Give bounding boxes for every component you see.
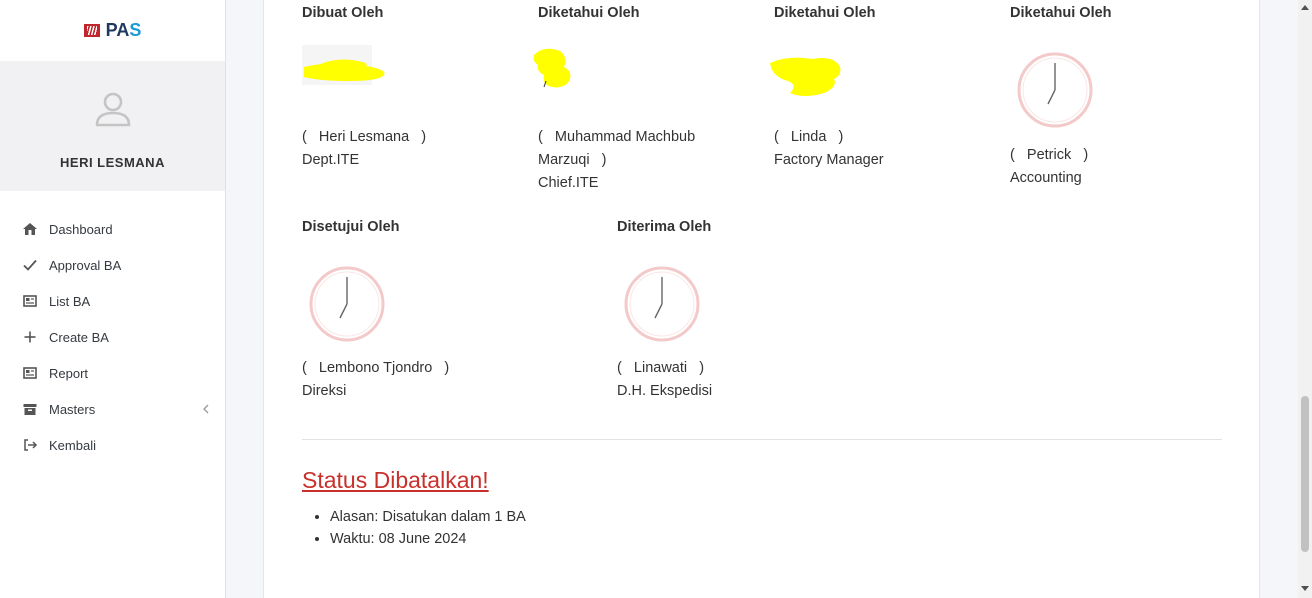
signer-name-line: ( Heri Lesmana ) [302,129,427,145]
newspaper-icon [23,367,37,379]
sidebar-item-approval-ba[interactable]: Approval BA [0,247,225,283]
signer-role: Factory Manager [774,152,884,168]
sidebar-item-label: Masters [49,401,96,417]
pending-clock-icon [624,266,700,342]
sidebar-item-dashboard[interactable]: Dashboard [0,211,225,247]
scroll-up-arrow-icon[interactable] [1301,4,1309,10]
signer-name-line: ( Linda ) [774,129,844,145]
signature-block-diketahui-3: Diketahui Oleh ( Petrick ) Accounting [1010,5,1112,190]
scrollbar-thumb[interactable] [1301,396,1309,552]
status-time: Waktu: 08 June 2024 [330,528,526,550]
signature-area [1010,21,1112,144]
sidebar-item-label: List BA [49,293,91,309]
signature-area [770,21,884,126]
plus-icon [24,331,36,343]
signature-heading: Disetujui Oleh [302,219,400,235]
signer-name: Linawati [633,360,688,376]
signer-role: Dept.ITE [302,152,360,168]
status-details: Alasan: Disatukan dalam 1 BA Waktu: 08 J… [302,506,526,550]
signer-name-line: ( Lembono Tjondro ) [302,360,450,376]
home-icon [23,223,37,235]
signature-area [302,21,426,126]
signature-card: Dibuat Oleh ( Heri Lesmana ) Dept.ITE Di… [263,0,1260,598]
signature-heading: Diketahui Oleh [1010,5,1112,21]
pending-clock-icon [309,266,385,342]
check-icon [23,259,37,271]
sidebar-item-report[interactable]: Report [0,355,225,391]
signature-block-dibuat: Dibuat Oleh ( Heri Lesmana ) Dept.ITE [302,5,426,172]
sidebar: PAS HERI LESMANA Dashboard Approval BA L… [0,0,226,598]
sidebar-item-masters[interactable]: Masters [0,391,225,427]
sign-out-icon [24,439,38,451]
signature-heading: Diterima Oleh [617,219,712,235]
signature-block-disetujui: Disetujui Oleh ( Lembono Tjondro ) Direk… [302,219,449,403]
sidebar-item-label: Report [49,365,89,381]
newspaper-icon [23,295,37,307]
archive-icon [23,404,37,415]
brand-logo-icon [83,23,100,37]
brand-text: PAS [105,19,142,40]
signer-role: D.H. Ekspedisi [617,383,713,399]
divider [302,439,1222,440]
chevron-left-icon [203,404,209,414]
signature-block-diketahui-2: Diketahui Oleh ( Linda ) Factory Manager [770,5,884,172]
signature-image [302,45,385,85]
signature-block-diterima: Diterima Oleh ( Linawati ) D.H. Ekspedis… [617,219,712,403]
signature-area [617,235,712,357]
signer-role: Direksi [302,383,347,399]
scroll-down-arrow-icon[interactable] [1301,586,1309,592]
sidebar-item-label: Approval BA [49,257,122,273]
page-scrollbar[interactable] [1298,0,1312,598]
user-avatar-icon [95,92,131,127]
status-title: Status Dibatalkan! [302,467,489,493]
sidebar-item-label: Kembali [49,437,96,453]
sidebar-item-create-ba[interactable]: Create BA [0,319,225,355]
sidebar-item-label: Dashboard [49,221,113,237]
signature-heading: Diketahui Oleh [538,5,640,21]
sidebar-nav: Dashboard Approval BA List BA Create BA … [0,211,225,463]
sidebar-item-label: Create BA [49,329,109,345]
signature-image [533,48,571,88]
pending-clock-icon [1017,52,1093,128]
status-reason: Alasan: Disatukan dalam 1 BA [330,506,526,528]
signer-name-line: ( Petrick ) [1010,147,1089,163]
user-panel: HERI LESMANA [0,61,225,191]
signer-role: Chief.ITE [538,175,599,191]
brand[interactable]: PAS [0,0,225,60]
signer-name-line: ( Muhammad Machbub Marzuqi ) [538,129,696,168]
signature-area [302,235,449,357]
sidebar-item-kembali[interactable]: Kembali [0,427,225,463]
signer-name: Lembono Tjondro [318,360,433,376]
signature-heading: Dibuat Oleh [302,5,384,21]
signer-name: Heri Lesmana [318,129,410,145]
sidebar-item-list-ba[interactable]: List BA [0,283,225,319]
user-name: HERI LESMANA [60,155,165,170]
signature-block-diketahui-1: Diketahui Oleh ( Muhammad Machbub Marzuq… [533,5,738,195]
signer-name: Linda [790,129,827,145]
signature-image [770,57,841,96]
signer-name: Petrick [1026,147,1072,163]
signer-role: Accounting [1010,170,1082,186]
signature-area [533,21,738,126]
signature-heading: Diketahui Oleh [774,5,876,21]
signer-name: Muhammad Machbub Marzuqi [538,129,696,168]
signer-name-line: ( Linawati ) [617,360,705,376]
